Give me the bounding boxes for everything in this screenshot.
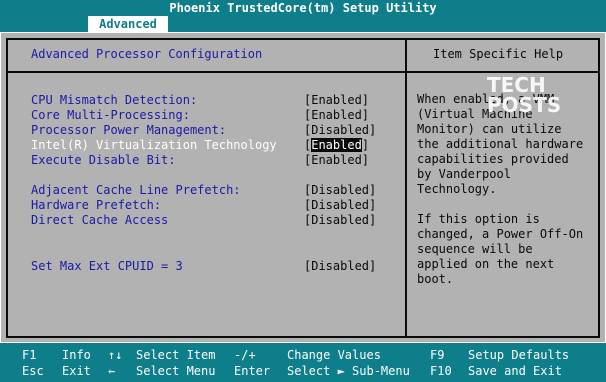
help-line: sequence will be bbox=[417, 242, 533, 256]
setting-value[interactable]: [Disabled] bbox=[304, 183, 376, 198]
key-up-down-desc: Select Item bbox=[136, 348, 216, 362]
help-line: changed, a Power Off-On bbox=[417, 227, 584, 241]
setting-virtualization-technology[interactable]: Intel(R) Virtualization Technology [Enab… bbox=[31, 138, 401, 153]
key-help-bar: F1 Info ↑↓ Select Item -/+ Change Values… bbox=[0, 344, 606, 382]
setting-value[interactable]: [Enabled] bbox=[304, 108, 369, 123]
setting-label: Core Multi-Processing: bbox=[31, 108, 190, 122]
watermark-logo: TECH POSTS bbox=[487, 73, 562, 117]
key-minus-plus: -/+ bbox=[234, 348, 256, 362]
selected-value-highlight: Enabled bbox=[311, 138, 362, 152]
key-esc: Esc bbox=[22, 364, 44, 378]
key-f1: F1 bbox=[22, 348, 37, 362]
watermark-line: TECH bbox=[487, 73, 546, 97]
setting-label: CPU Mismatch Detection: bbox=[31, 93, 198, 107]
key-esc-desc: Exit bbox=[62, 364, 91, 378]
setting-cpu-mismatch-detection[interactable]: CPU Mismatch Detection: [Enabled] bbox=[31, 93, 401, 108]
setting-set-max-ext-cpuid[interactable]: Set Max Ext CPUID = 3 [Disabled] bbox=[31, 259, 401, 274]
page-title: Advanced Processor Configuration bbox=[31, 47, 263, 61]
setting-label: Adjacent Cache Line Prefetch: bbox=[31, 183, 241, 197]
setting-value[interactable]: [Disabled] bbox=[304, 123, 376, 138]
setting-label: Direct Cache Access bbox=[31, 213, 169, 227]
help-text: When enabled, a VMM (Virtual Machine Mon… bbox=[417, 92, 597, 287]
key-enter: Enter bbox=[234, 364, 271, 378]
key-f1-desc: Info bbox=[62, 348, 91, 362]
setting-hardware-prefetch[interactable]: Hardware Prefetch: [Disabled] bbox=[31, 198, 401, 213]
help-line: by Vanderpool bbox=[417, 167, 511, 181]
setting-value[interactable]: [Disabled] bbox=[304, 198, 376, 213]
setting-value[interactable]: [Enabled] bbox=[304, 153, 369, 168]
setting-label: Hardware Prefetch: bbox=[31, 198, 162, 212]
help-line bbox=[417, 197, 597, 212]
setting-direct-cache-access[interactable]: Direct Cache Access [Disabled] bbox=[31, 213, 401, 228]
bracket-close: ] bbox=[361, 138, 370, 152]
key-help-row: F1 Info ↑↓ Select Item -/+ Change Values… bbox=[0, 347, 606, 363]
setting-value[interactable]: [Disabled] bbox=[304, 213, 376, 228]
window-title: Phoenix TrustedCore(tm) Setup Utility bbox=[0, 0, 606, 16]
setting-label: Processor Power Management: bbox=[31, 123, 227, 137]
setting-value[interactable]: [Enabled] bbox=[304, 93, 369, 108]
setting-processor-power-management[interactable]: Processor Power Management: [Disabled] bbox=[31, 123, 401, 138]
help-line: Monitor) can utilize bbox=[417, 122, 562, 136]
key-enter-desc: Select ► Sub-Menu bbox=[287, 364, 410, 378]
setting-value[interactable]: [Enabled] bbox=[304, 138, 369, 153]
key-minus-plus-desc: Change Values bbox=[287, 348, 381, 362]
key-left-right: ← bbox=[108, 364, 116, 378]
setting-core-multi-processing[interactable]: Core Multi-Processing: [Enabled] bbox=[31, 108, 401, 123]
help-line: Technology. bbox=[417, 182, 497, 196]
settings-panel: Advanced Processor Configuration Item Sp… bbox=[0, 32, 606, 343]
help-line: capabilities provided bbox=[417, 152, 569, 166]
setting-adjacent-cache-line-prefetch[interactable]: Adjacent Cache Line Prefetch: [Disabled] bbox=[31, 183, 401, 198]
key-f10-desc: Save and Exit bbox=[468, 364, 562, 378]
key-up-down: ↑↓ bbox=[108, 348, 123, 362]
tab-bar: Advanced bbox=[0, 16, 606, 32]
help-line: boot. bbox=[417, 272, 454, 286]
key-f9: F9 bbox=[430, 348, 445, 362]
key-f9-desc: Setup Defaults bbox=[468, 348, 570, 362]
help-line: the additional hardware bbox=[417, 137, 584, 151]
setting-label: Set Max Ext CPUID = 3 bbox=[31, 259, 183, 273]
setting-execute-disable-bit[interactable]: Execute Disable Bit: [Enabled] bbox=[31, 153, 401, 168]
panel-divider-vertical bbox=[405, 38, 407, 338]
setting-label: Execute Disable Bit: bbox=[31, 153, 176, 167]
setting-value[interactable]: [Disabled] bbox=[304, 259, 376, 274]
help-line: applied on the next bbox=[417, 257, 555, 271]
watermark-line: POSTS bbox=[487, 93, 562, 117]
key-left-right-desc: Select Menu bbox=[136, 364, 216, 378]
key-f10: F10 bbox=[430, 364, 452, 378]
tab-advanced[interactable]: Advanced bbox=[88, 16, 168, 32]
key-help-row: Esc Exit ← Select Menu Enter Select ► Su… bbox=[0, 363, 606, 379]
setting-label: Intel(R) Virtualization Technology bbox=[31, 138, 277, 152]
help-line: If this option is bbox=[417, 212, 540, 226]
help-title: Item Specific Help bbox=[433, 47, 564, 61]
